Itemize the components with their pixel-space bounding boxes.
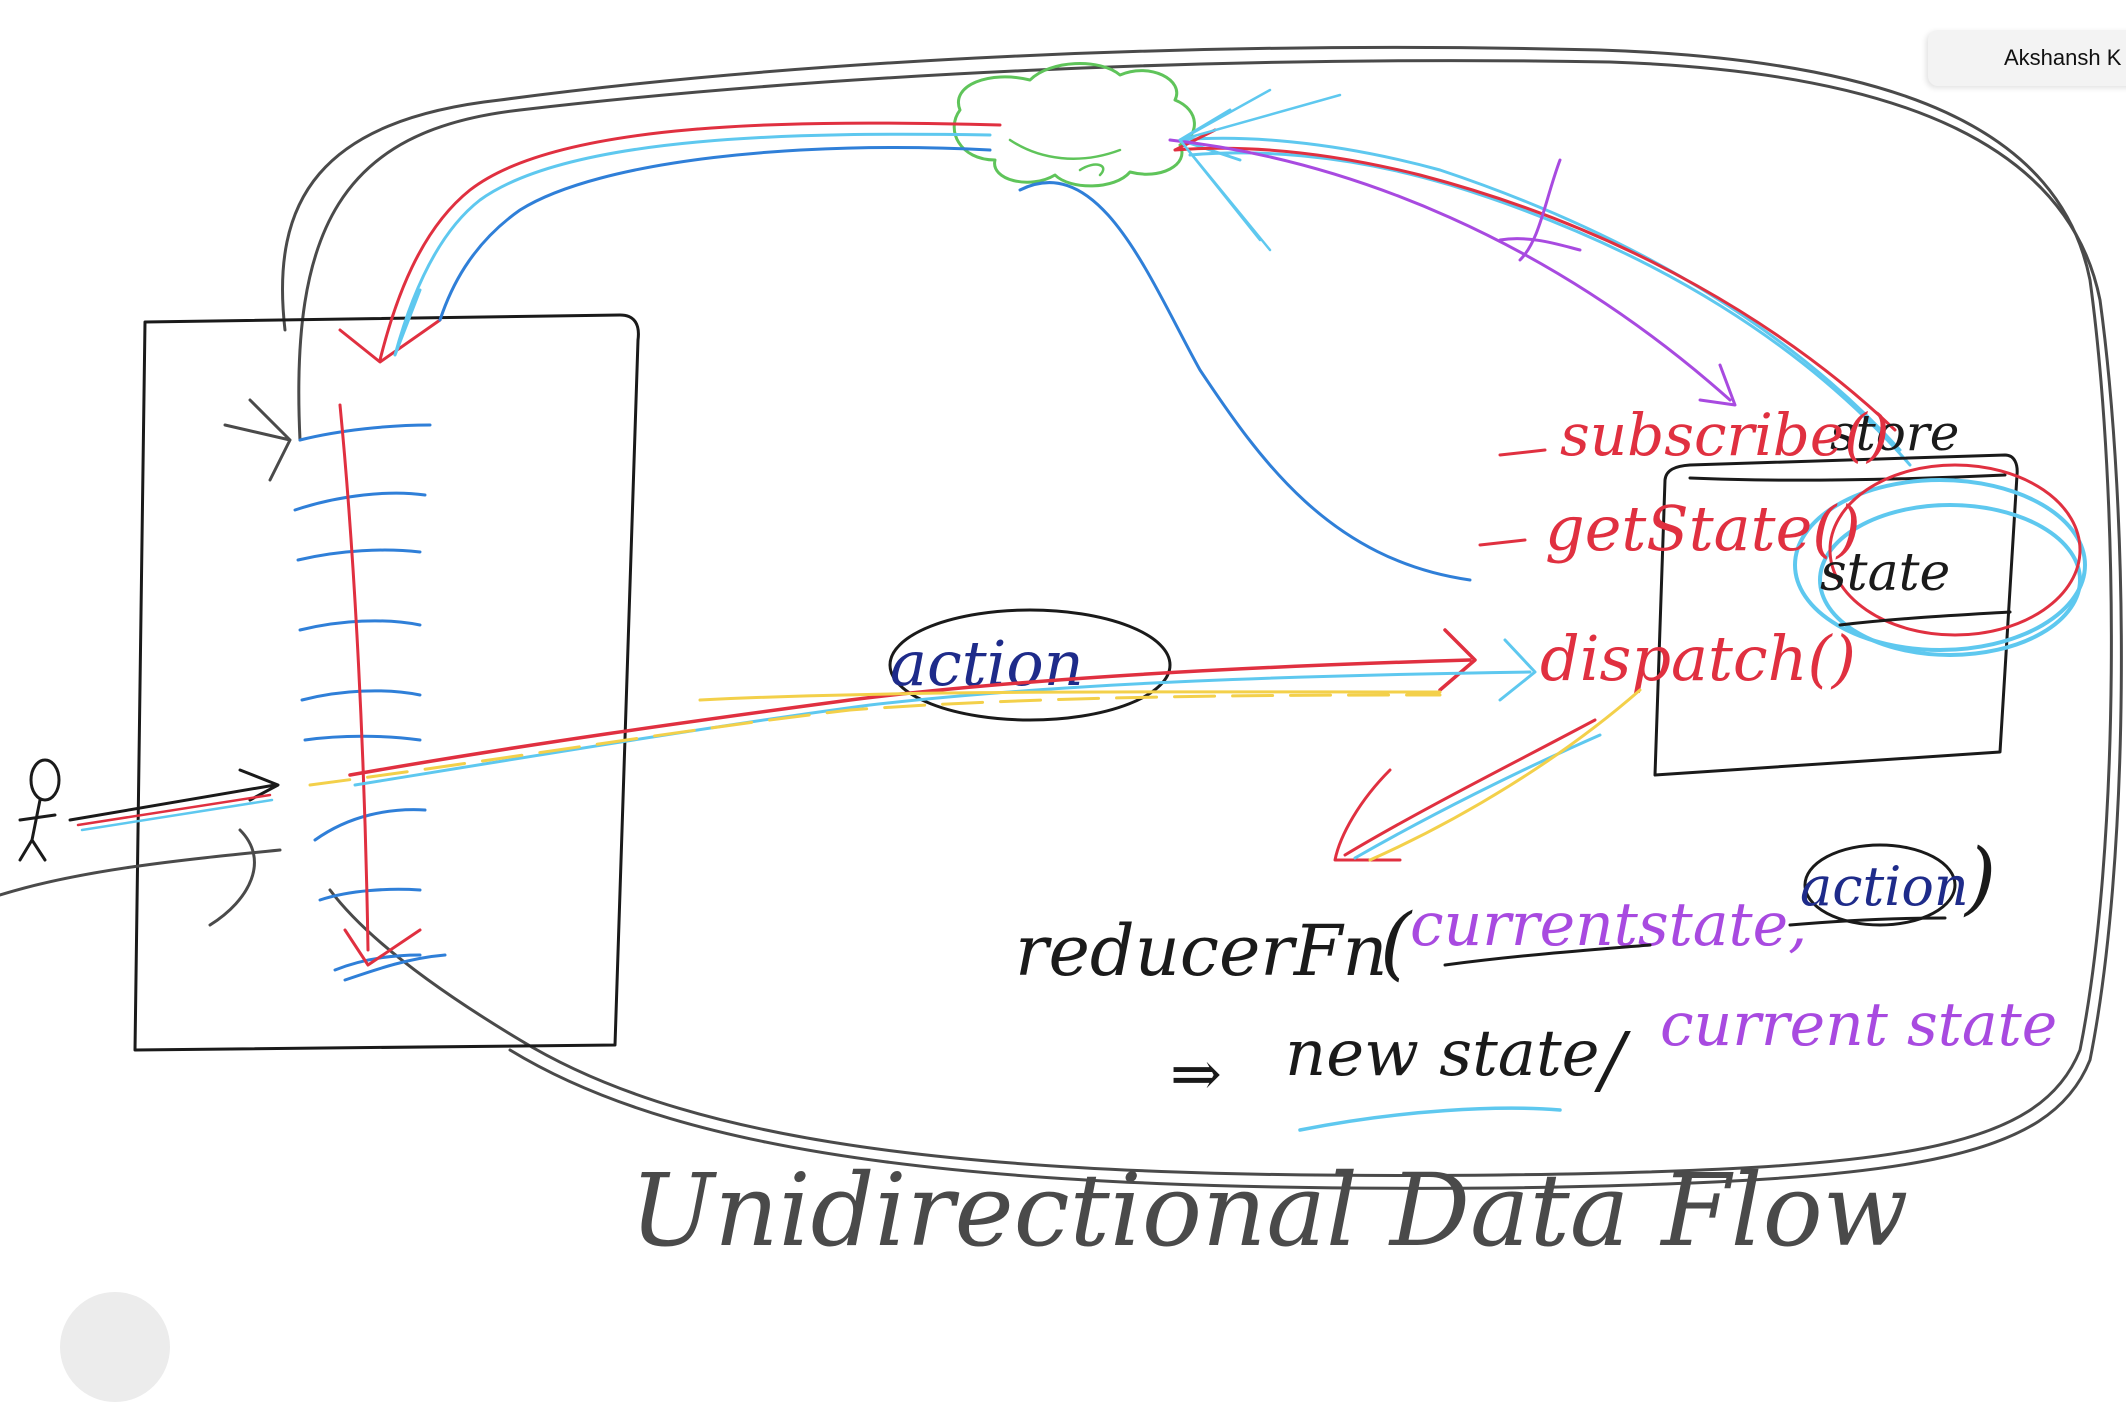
new-state-underline bbox=[1298, 1106, 1562, 1132]
api-dispatch: dispatch() bbox=[1540, 622, 1856, 695]
to-reducer-arrow-yellow bbox=[1368, 688, 1642, 862]
api-bullet-dash bbox=[1498, 448, 1547, 457]
fetch-arrow-cyan bbox=[393, 132, 992, 357]
api-getstate: getState() bbox=[1545, 492, 1861, 565]
cloud-inner-squiggle bbox=[1008, 138, 1122, 177]
api-subscribe: subscribe() bbox=[1560, 401, 1889, 469]
tree-tick bbox=[298, 423, 432, 442]
reducer-fn-name: reducerFn bbox=[1015, 910, 1388, 992]
action-dispatch-path: action bbox=[308, 608, 1537, 787]
reducer-paren-open: ( bbox=[1380, 896, 1413, 989]
user-head bbox=[29, 758, 61, 802]
new-state-label: new state bbox=[1285, 1017, 1600, 1091]
or-separator: / bbox=[1594, 1017, 1631, 1103]
corner-control-circle[interactable] bbox=[60, 1292, 170, 1402]
reducer-paren-close: ) bbox=[1963, 831, 1996, 924]
component-tree-ticks bbox=[293, 423, 447, 982]
reducer-arg-action: action bbox=[1800, 855, 1969, 918]
reducer-signature: reducerFn ( currentstate, action ) bbox=[1015, 831, 1996, 992]
tree-tick bbox=[296, 548, 422, 562]
outer-boundary-arrowhead bbox=[223, 398, 292, 482]
user-body bbox=[18, 798, 57, 862]
side-effect-arrow-purple bbox=[1168, 138, 1737, 407]
api-bullet-dash bbox=[1478, 538, 1527, 547]
to-reducer-arrow-cyan bbox=[1353, 733, 1602, 860]
user-input-arrow-cyan bbox=[80, 798, 274, 832]
state-underline bbox=[1838, 610, 2012, 627]
tree-tick bbox=[298, 619, 422, 632]
thunk-mark bbox=[1498, 158, 1582, 262]
store-api-list: subscribe() getState() dispatch() bbox=[1478, 401, 1889, 695]
side-effect-arrow-red bbox=[1173, 128, 1897, 432]
fetch-arrow-blue bbox=[438, 146, 992, 322]
user-input-arrow bbox=[68, 768, 280, 822]
current-state-label: current state bbox=[1660, 990, 2057, 1060]
whiteboard-canvas: store state subscribe() getState() dispa… bbox=[0, 45, 2123, 1269]
presenter-name: Akshansh K bbox=[2004, 45, 2122, 70]
response-arrow-blue bbox=[1018, 181, 1472, 582]
returns-arrow: ⇒ bbox=[1170, 1037, 1222, 1110]
user-input-arrow-red bbox=[76, 793, 272, 827]
to-reducer-arrow-red bbox=[1333, 718, 1597, 862]
reducer-arrows bbox=[1333, 688, 1642, 862]
tree-tick bbox=[343, 953, 447, 982]
diagram-title: Unidirectional Data Flow bbox=[630, 1152, 1908, 1269]
user-event-arrow bbox=[0, 828, 282, 927]
tree-tick bbox=[293, 491, 427, 512]
component-tree-stem bbox=[338, 403, 422, 967]
ui-component-box bbox=[133, 313, 640, 1052]
tree-tick bbox=[313, 808, 427, 842]
burst-line bbox=[1178, 93, 1342, 142]
fetch-arrow-red bbox=[338, 121, 1002, 364]
presenter-name-badge: Akshansh K bbox=[1928, 30, 2126, 86]
reducer-return: ⇒ new state / current state bbox=[1170, 990, 2057, 1132]
dispatch-arrow-yellow bbox=[308, 693, 1442, 787]
cloud-to-ui-arrows bbox=[338, 121, 1472, 582]
